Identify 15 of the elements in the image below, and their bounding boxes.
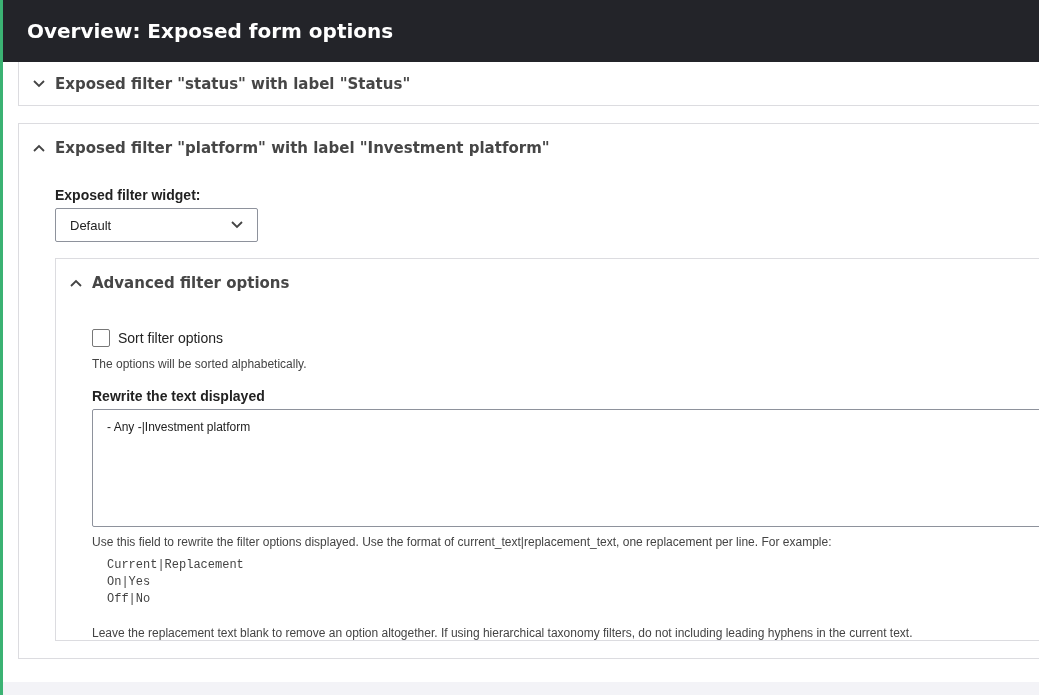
field-description: Use this field to rewrite the filter options displayed. Use the format of current_text|replacement_text, one replacement per line. For example: [92,535,833,549]
section-toggle[interactable]: Exposed filter "platform" with label "Investment platform" [19,124,1039,172]
chevron-down-icon [231,221,243,229]
field-label: Exposed filter widget: [55,187,201,203]
field-description: The options will be sorted alphabetically. [92,357,308,371]
rewrite-textarea[interactable]: - Any -|Investment platform [92,409,1039,527]
field-label: Rewrite the text displayed [92,388,265,404]
field-description: Leave the replacement text blank to remove an option altogether. If using hierarchical taxonomy filters, do not including leading hyphens in the current text. [92,626,914,640]
section-toggle[interactable]: Advanced filter options [56,259,1039,307]
widget-select[interactable]: Default [55,208,258,242]
dialog-title: Overview: Exposed form options [27,19,394,43]
example-code: Current|Replacement On|Yes Off|No [107,557,245,608]
checkbox[interactable] [92,329,110,347]
section-toggle[interactable]: Exposed filter "status" with label "Status" [19,62,1039,105]
checkbox-label: Sort filter options [118,330,224,346]
